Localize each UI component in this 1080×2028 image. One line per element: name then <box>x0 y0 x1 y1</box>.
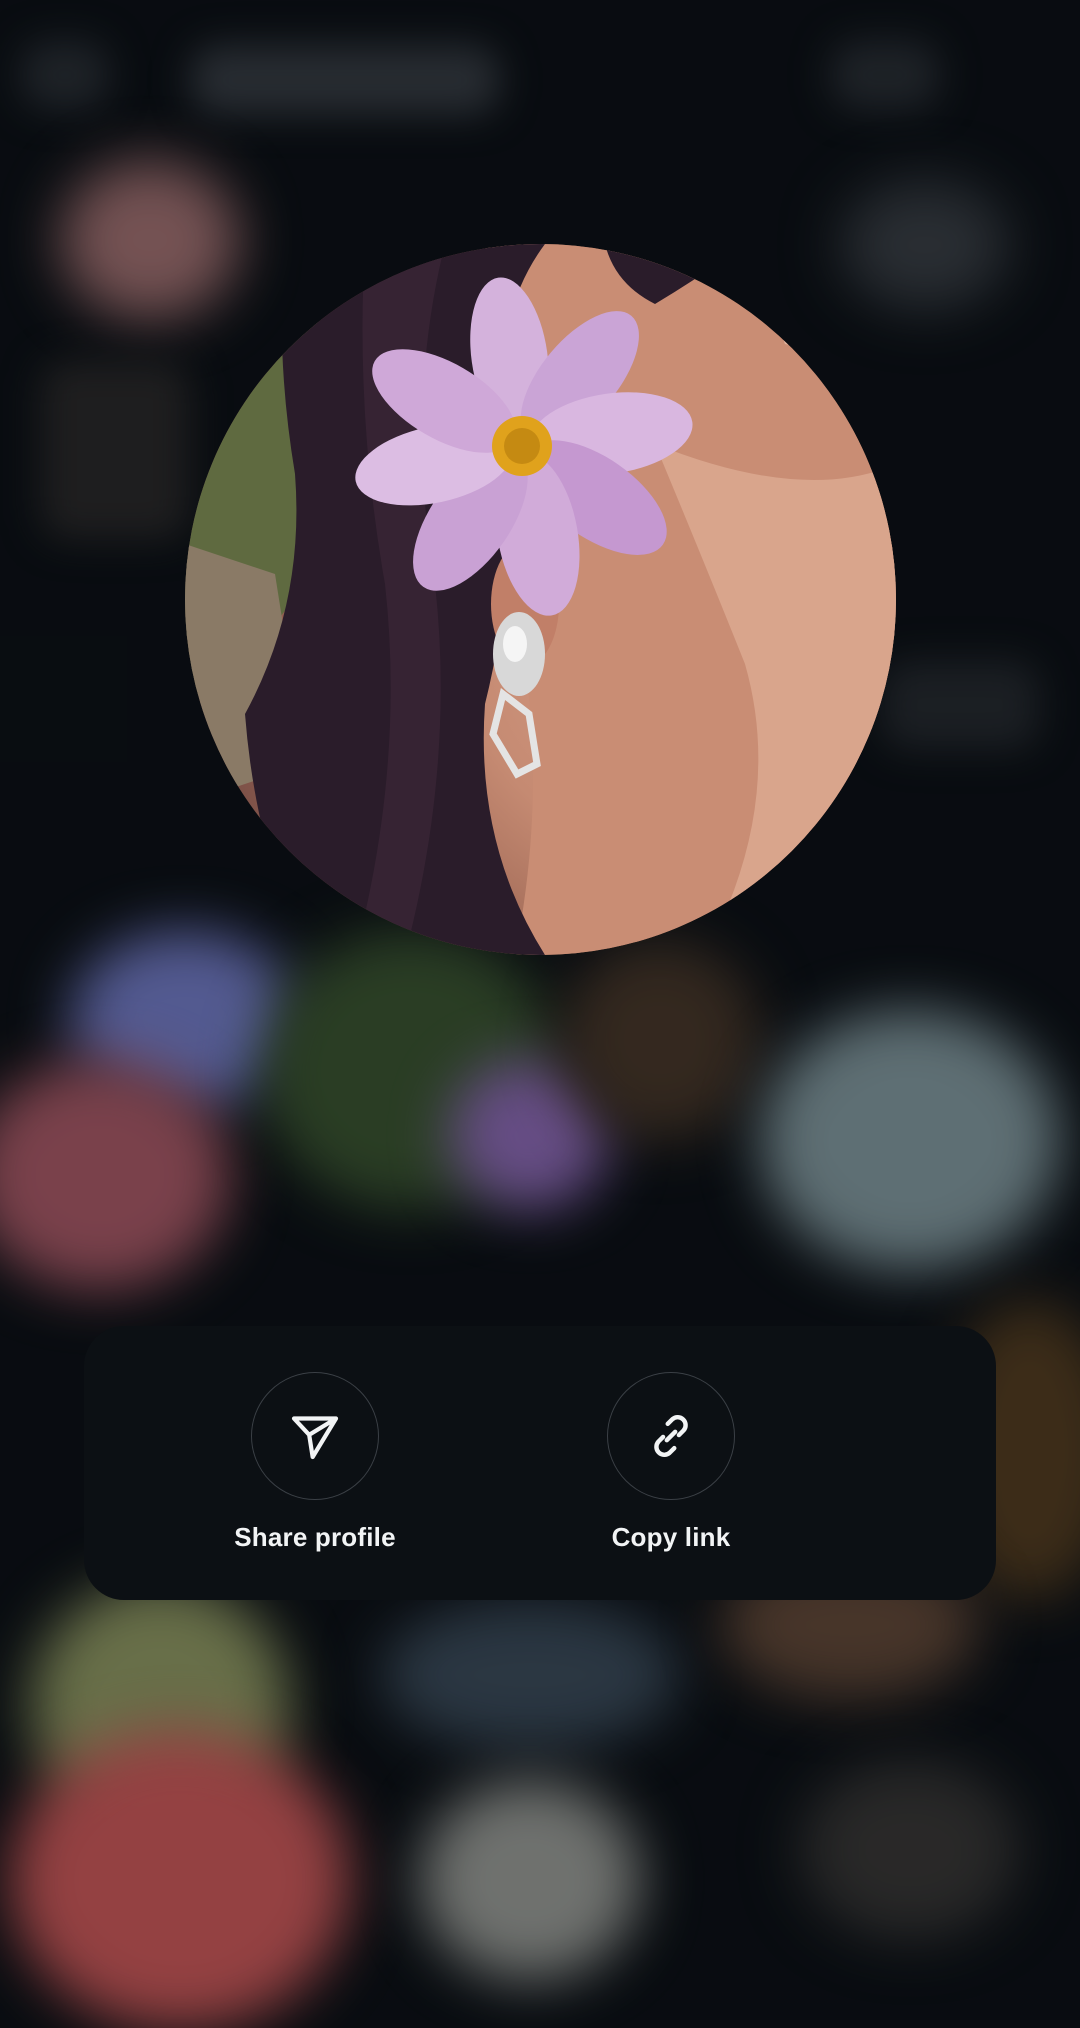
copy-link-icon-circle[interactable] <box>607 1372 735 1500</box>
paper-plane-icon <box>291 1416 339 1460</box>
profile-share-screen: Share profile Copy link <box>0 0 1080 2028</box>
link-icon <box>654 1415 688 1457</box>
share-profile-icon-circle[interactable] <box>251 1372 379 1500</box>
copy-link-button[interactable]: Copy link <box>541 1372 801 1553</box>
share-profile-label: Share profile <box>234 1522 396 1552</box>
share-profile-button[interactable]: Share profile <box>185 1372 445 1553</box>
profile-picture-enlarged <box>185 244 896 955</box>
share-actions-sheet: Share profile Copy link <box>84 1326 996 1600</box>
copy-link-label: Copy link <box>611 1522 731 1552</box>
